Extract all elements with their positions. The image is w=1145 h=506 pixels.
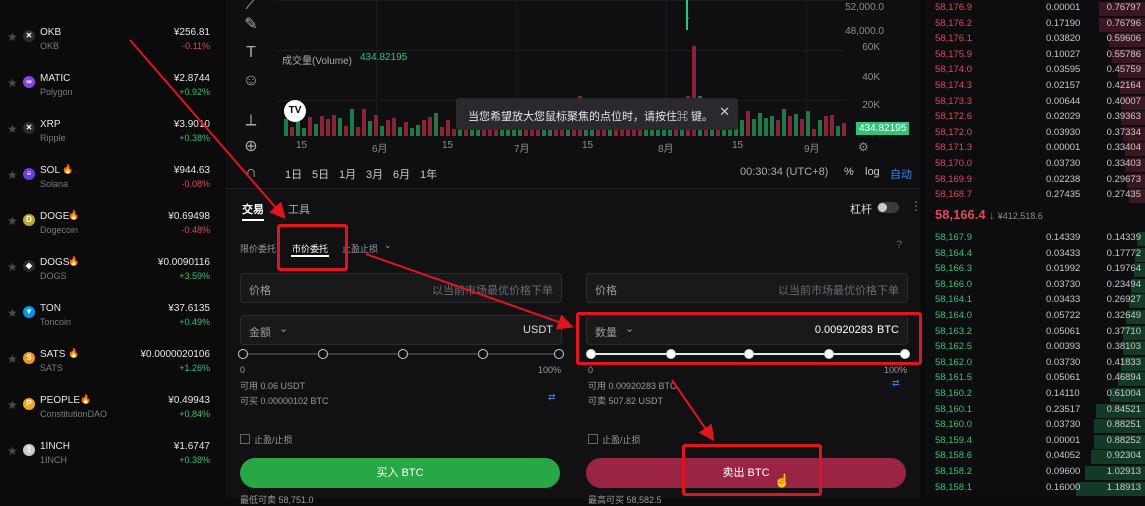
annotation-arrows <box>129 39 715 442</box>
